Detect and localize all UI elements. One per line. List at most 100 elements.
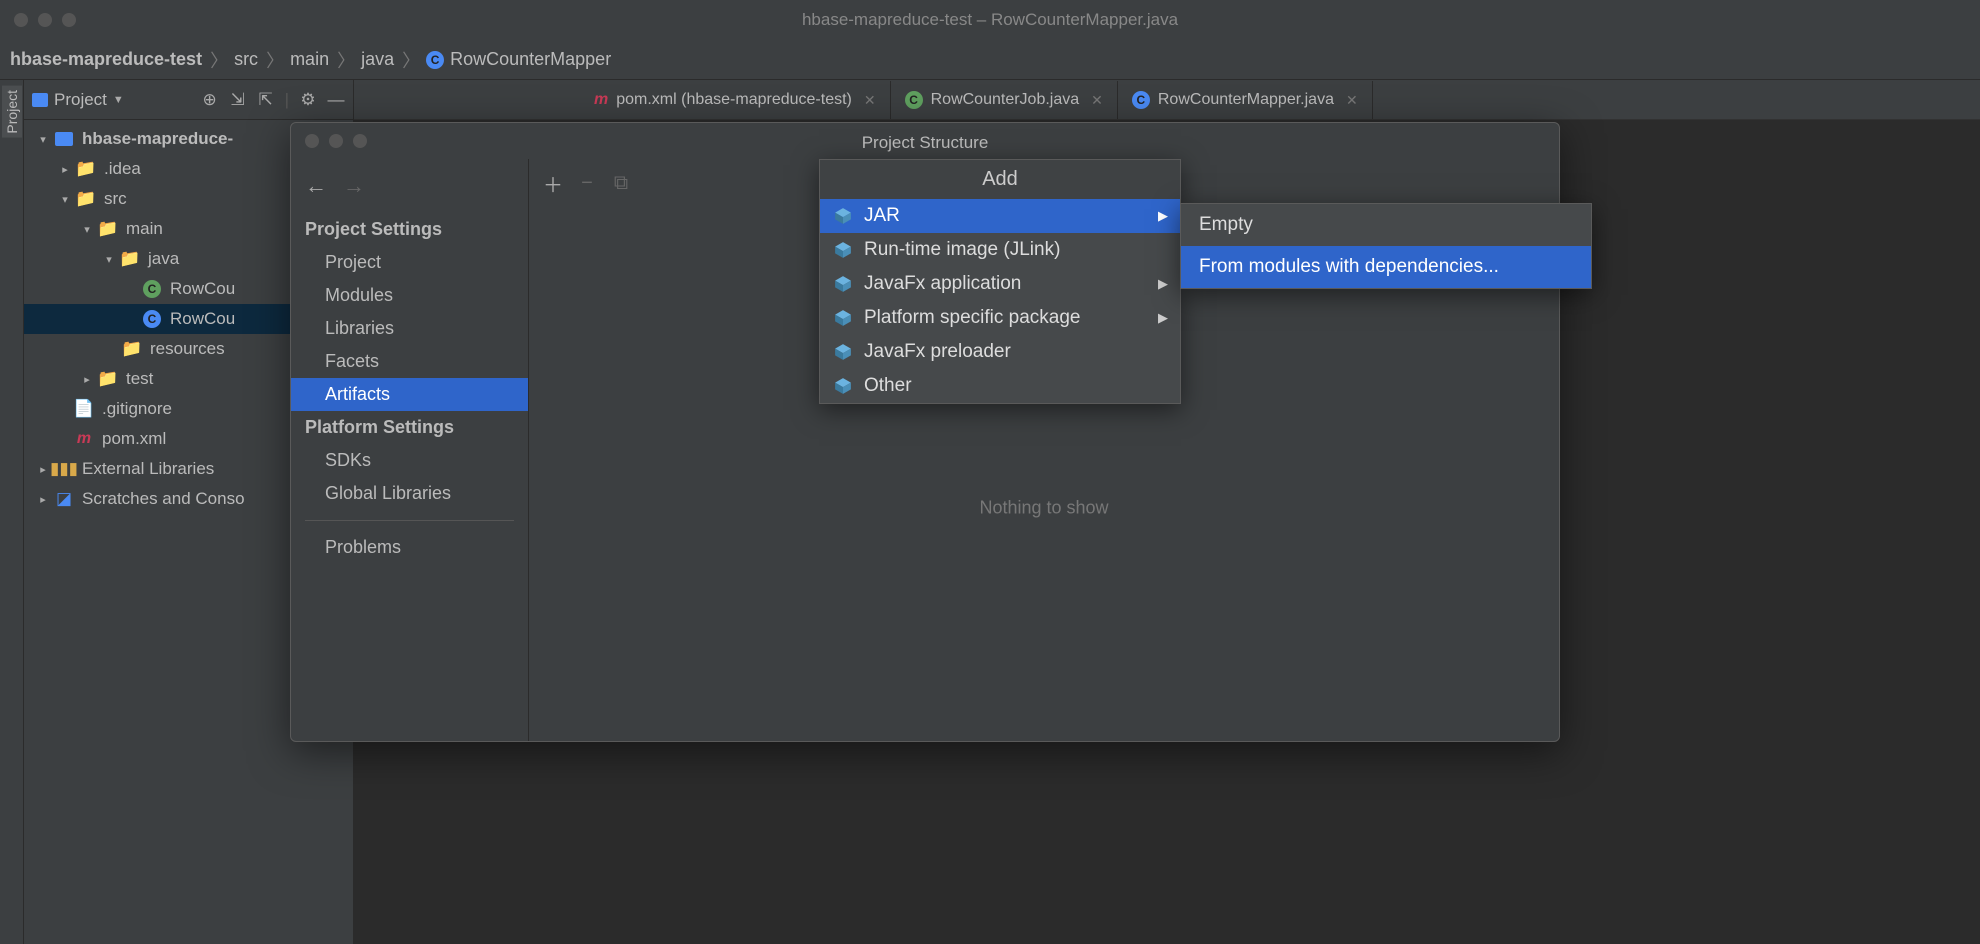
sidebar-modules[interactable]: Modules bbox=[291, 279, 528, 312]
tree-label: pom.xml bbox=[102, 429, 166, 449]
breadcrumb-root[interactable]: hbase-mapreduce-test〉 bbox=[10, 47, 230, 73]
artifact-type-icon bbox=[834, 343, 852, 361]
jar-from-modules[interactable]: From modules with dependencies... bbox=[1181, 246, 1591, 288]
project-settings-header: Project Settings bbox=[291, 213, 528, 246]
editor-tab-rowcounterjob[interactable]: C RowCounterJob.java ✕ bbox=[891, 81, 1118, 119]
breadcrumb-class[interactable]: C RowCounterMapper bbox=[426, 49, 611, 70]
editor-tab-rowcountermapper[interactable]: C RowCounterMapper.java ✕ bbox=[1118, 81, 1373, 119]
expand-arrow-icon[interactable]: ▸ bbox=[58, 163, 72, 176]
add-popup-header: Add bbox=[820, 160, 1180, 199]
hide-panel-icon[interactable]: — bbox=[327, 91, 345, 109]
dialog-minimize-button[interactable] bbox=[329, 134, 343, 148]
maximize-window-button[interactable] bbox=[62, 13, 76, 27]
gear-icon[interactable]: ⚙ bbox=[299, 91, 317, 109]
jar-submenu-label: From modules with dependencies... bbox=[1199, 256, 1499, 278]
minimize-window-button[interactable] bbox=[38, 13, 52, 27]
sidebar-libraries[interactable]: Libraries bbox=[291, 312, 528, 345]
sidebar-artifacts[interactable]: Artifacts bbox=[291, 378, 528, 411]
editor-tab-pom[interactable]: m pom.xml (hbase-mapreduce-test) ✕ bbox=[580, 81, 891, 119]
class-icon: C bbox=[1132, 91, 1150, 109]
jar-submenu-popup: Empty From modules with dependencies... bbox=[1180, 203, 1592, 289]
expand-all-icon[interactable]: ⇲ bbox=[229, 91, 247, 109]
submenu-arrow-icon: ▶ bbox=[1158, 310, 1168, 326]
nav-back-icon[interactable]: ← bbox=[305, 173, 327, 199]
tree-label: src bbox=[104, 189, 127, 209]
maven-file-icon: m bbox=[594, 91, 608, 109]
tab-label: RowCounterMapper.java bbox=[1158, 91, 1334, 109]
jar-empty[interactable]: Empty bbox=[1181, 204, 1591, 246]
folder-icon: 📁 bbox=[76, 159, 96, 179]
expand-arrow-icon[interactable]: ▾ bbox=[102, 253, 116, 266]
class-icon: C bbox=[426, 51, 444, 69]
dialog-traffic-lights bbox=[305, 134, 367, 148]
tree-label: java bbox=[148, 249, 179, 269]
sidebar-project[interactable]: Project bbox=[291, 246, 528, 279]
tree-label: .gitignore bbox=[102, 399, 172, 419]
expand-arrow-icon[interactable]: ▸ bbox=[80, 373, 94, 386]
copy-artifact-icon[interactable]: ⧉ bbox=[611, 173, 631, 193]
close-tab-icon[interactable]: ✕ bbox=[1091, 92, 1103, 109]
locate-icon[interactable]: ⊕ bbox=[201, 91, 219, 109]
add-item-preloader[interactable]: JavaFx preloader bbox=[820, 335, 1180, 369]
window-title: hbase-mapreduce-test – RowCounterMapper.… bbox=[802, 10, 1178, 30]
project-panel-selector[interactable]: Project ▼ bbox=[32, 90, 195, 110]
project-tool-tab[interactable]: Project bbox=[2, 86, 22, 138]
add-artifact-popup: Add JAR ▶ Run-time image (JLink) JavaFx … bbox=[819, 159, 1181, 404]
tab-label: RowCounterJob.java bbox=[931, 91, 1080, 109]
add-item-other[interactable]: Other bbox=[820, 369, 1180, 403]
traffic-lights bbox=[14, 13, 76, 27]
breadcrumb-main[interactable]: main〉 bbox=[290, 47, 357, 73]
project-panel-header: Project ▼ ⊕ ⇲ ⇱ | ⚙ — bbox=[24, 80, 353, 120]
add-item-jlink[interactable]: Run-time image (JLink) bbox=[820, 233, 1180, 267]
resources-folder-icon: 📁 bbox=[122, 339, 142, 359]
remove-artifact-icon[interactable]: − bbox=[577, 173, 597, 193]
tree-root-label: hbase-mapreduce- bbox=[82, 129, 233, 149]
expand-arrow-icon[interactable]: ▾ bbox=[80, 223, 94, 236]
jar-submenu-label: Empty bbox=[1199, 214, 1253, 236]
sidebar-sdks[interactable]: SDKs bbox=[291, 444, 528, 477]
dialog-nav: ← → bbox=[291, 169, 528, 213]
add-item-platform[interactable]: Platform specific package ▶ bbox=[820, 301, 1180, 335]
gitignore-file-icon: 📄 bbox=[74, 399, 94, 419]
chevron-down-icon: ▼ bbox=[113, 94, 124, 106]
breadcrumb-java[interactable]: java〉 bbox=[361, 47, 422, 73]
dialog-close-button[interactable] bbox=[305, 134, 319, 148]
nav-forward-icon[interactable]: → bbox=[343, 173, 365, 199]
module-icon bbox=[54, 129, 74, 149]
tree-label: main bbox=[126, 219, 163, 239]
sidebar-tab-strip: Project bbox=[0, 80, 24, 944]
close-tab-icon[interactable]: ✕ bbox=[1346, 92, 1358, 109]
artifact-type-icon bbox=[834, 275, 852, 293]
add-artifact-icon[interactable]: ＋ bbox=[543, 173, 563, 193]
collapse-all-icon[interactable]: ⇱ bbox=[257, 91, 275, 109]
expand-arrow-icon[interactable]: ▾ bbox=[58, 193, 72, 206]
breadcrumb-class-label: RowCounterMapper bbox=[450, 49, 611, 70]
add-item-label: Other bbox=[864, 375, 912, 397]
add-item-label: JAR bbox=[864, 205, 900, 227]
class-icon: C bbox=[905, 91, 923, 109]
sidebar-problems[interactable]: Problems bbox=[291, 531, 528, 564]
tree-label: .idea bbox=[104, 159, 141, 179]
expand-arrow-icon[interactable]: ▾ bbox=[36, 133, 50, 146]
folder-icon: 📁 bbox=[76, 189, 96, 209]
breadcrumb-src[interactable]: src〉 bbox=[234, 47, 286, 73]
expand-arrow-icon[interactable]: ▸ bbox=[36, 463, 50, 476]
close-window-button[interactable] bbox=[14, 13, 28, 27]
platform-settings-header: Platform Settings bbox=[291, 411, 528, 444]
project-panel-label: Project bbox=[54, 90, 107, 110]
class-icon: C bbox=[142, 279, 162, 299]
add-item-label: JavaFx preloader bbox=[864, 341, 1011, 363]
maven-file-icon: m bbox=[74, 429, 94, 449]
artifact-type-icon bbox=[834, 377, 852, 395]
dialog-title: Project Structure bbox=[862, 133, 989, 153]
close-tab-icon[interactable]: ✕ bbox=[864, 92, 876, 109]
dialog-maximize-button[interactable] bbox=[353, 134, 367, 148]
add-item-javafx[interactable]: JavaFx application ▶ bbox=[820, 267, 1180, 301]
tree-label: External Libraries bbox=[82, 459, 214, 479]
add-item-jar[interactable]: JAR ▶ bbox=[820, 199, 1180, 233]
expand-arrow-icon[interactable]: ▸ bbox=[36, 493, 50, 506]
project-icon bbox=[32, 93, 48, 107]
breadcrumb-src-label: src bbox=[234, 49, 258, 70]
sidebar-facets[interactable]: Facets bbox=[291, 345, 528, 378]
sidebar-global-libraries[interactable]: Global Libraries bbox=[291, 477, 528, 510]
